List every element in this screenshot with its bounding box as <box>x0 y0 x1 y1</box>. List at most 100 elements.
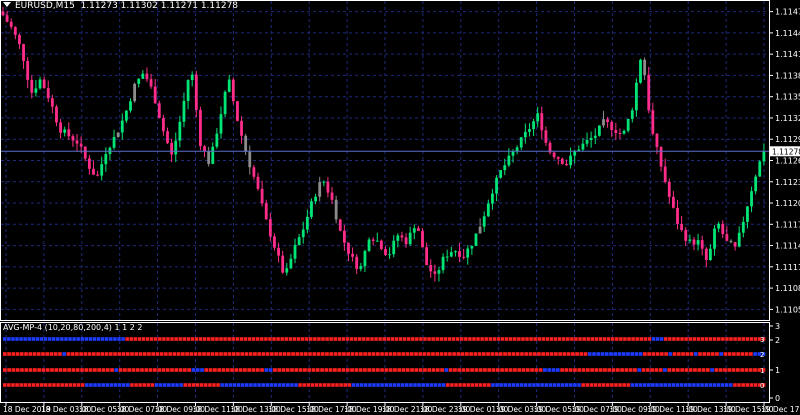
indicator-dot <box>87 352 92 356</box>
indicator-dot <box>168 352 172 356</box>
indicator-dot <box>113 337 117 341</box>
indicator-dot <box>312 352 317 356</box>
indicator-dot <box>617 352 622 356</box>
indicator-dot <box>285 368 290 372</box>
indicator-dot <box>247 337 252 341</box>
indicator-dot <box>199 383 204 387</box>
indicator-dot <box>84 337 89 341</box>
indicator-dot <box>630 352 634 356</box>
candle-body <box>252 167 256 177</box>
candle-body <box>71 136 75 141</box>
dropdown-triangle-icon[interactable] <box>3 2 11 7</box>
indicator-dot <box>441 383 446 387</box>
indicator-dot <box>638 352 643 356</box>
indicator-dot <box>35 337 40 341</box>
candle-body <box>528 129 531 132</box>
indicator-dot <box>337 337 342 341</box>
indicator-dot <box>367 368 372 372</box>
candle-body <box>725 234 729 241</box>
indicator-dot <box>454 383 458 387</box>
indicator-dot <box>429 383 434 387</box>
candle-body <box>137 78 141 84</box>
candle-body <box>519 137 523 148</box>
chart-canvas[interactable]: 1.11475 1.11445 1.11415 1.11385 1.11355 1.113… <box>0 0 800 415</box>
indicator-dot <box>524 352 529 356</box>
indicator-dot <box>248 352 253 356</box>
candle-body <box>83 146 87 159</box>
current-price-label: 1.11278 <box>772 147 800 156</box>
indicator-dot <box>309 337 313 341</box>
candle-body <box>713 228 716 249</box>
indicator-dot <box>560 368 564 372</box>
indicator-dot <box>560 383 565 387</box>
indicator-axis: 3 2 1 0 <box>769 322 780 403</box>
indicator-dot <box>610 337 615 341</box>
indicator-dot <box>123 368 127 372</box>
indicator-dot <box>273 383 278 387</box>
indicator-dot <box>461 368 466 372</box>
indicator-dot <box>154 383 159 387</box>
indicator-dot <box>23 337 27 341</box>
indicator-dot <box>251 337 256 341</box>
candle-body <box>458 251 461 257</box>
indicator-dot <box>684 368 689 372</box>
indicator-dot <box>405 383 409 387</box>
indicator-dot <box>298 368 303 372</box>
indicator-dot <box>532 352 537 356</box>
indicator-dot <box>611 368 616 372</box>
indicator-dot <box>303 352 308 356</box>
candle-body <box>133 83 137 102</box>
indicator-dot <box>27 337 31 341</box>
candle-body <box>342 230 346 243</box>
indicator-dot <box>443 352 448 356</box>
candle-body <box>268 219 272 237</box>
indicator-dot <box>443 337 448 341</box>
indicator-dot <box>482 383 487 387</box>
indicator-dot <box>647 337 652 341</box>
indicator-dot <box>590 368 594 372</box>
indicator-dot <box>388 352 393 356</box>
indicator-dot <box>474 368 479 372</box>
indicator-dot <box>227 352 232 356</box>
indicator-dot <box>80 383 85 387</box>
indicator-dot <box>622 383 626 387</box>
indicator-dot <box>672 337 676 341</box>
indicator-dot <box>249 383 253 387</box>
indicator-dot <box>68 383 73 387</box>
indicator-tick-label: 2 <box>775 336 780 345</box>
indicator-dot <box>164 352 168 356</box>
indicator-dot <box>548 383 553 387</box>
candle-body <box>363 250 367 267</box>
candle-body <box>589 137 593 141</box>
indicator-tick-label: 1 <box>775 366 780 375</box>
indicator-dot <box>121 337 125 341</box>
indicator-dot <box>401 352 406 356</box>
indicator-dot <box>538 368 543 372</box>
candle-body <box>260 188 264 204</box>
indicator-dot <box>7 368 11 372</box>
indicator-dot <box>719 352 724 356</box>
indicator-dot <box>53 352 58 356</box>
indicator-dot <box>741 337 745 341</box>
indicator-dot <box>217 368 222 372</box>
indicator-dot <box>643 352 647 356</box>
indicator-dot <box>663 368 667 372</box>
indicator-dot <box>736 352 740 356</box>
indicator-dot <box>113 383 118 387</box>
indicator-dot <box>450 383 454 387</box>
indicator-dot <box>392 383 397 387</box>
indicator-dot <box>547 368 552 372</box>
symbol-header[interactable]: EURUSD,M15 1.11273 1.11302 1.11271 1.112… <box>3 1 238 11</box>
indicator-dot <box>716 383 721 387</box>
indicator-dot <box>637 368 642 372</box>
candle-body <box>540 113 544 131</box>
indicator-dot <box>701 368 706 372</box>
indicator-dot <box>423 337 427 341</box>
indicator-label: AVG-MP-4 (10,20,80,200,4) 1 1 2 2 <box>3 323 143 332</box>
indicator-dot <box>108 352 113 356</box>
indicator-dot <box>397 368 402 372</box>
indicator-dot <box>394 337 399 341</box>
indicator-dot <box>3 337 7 341</box>
indicator-dot <box>321 337 325 341</box>
indicator-dot <box>384 352 389 356</box>
